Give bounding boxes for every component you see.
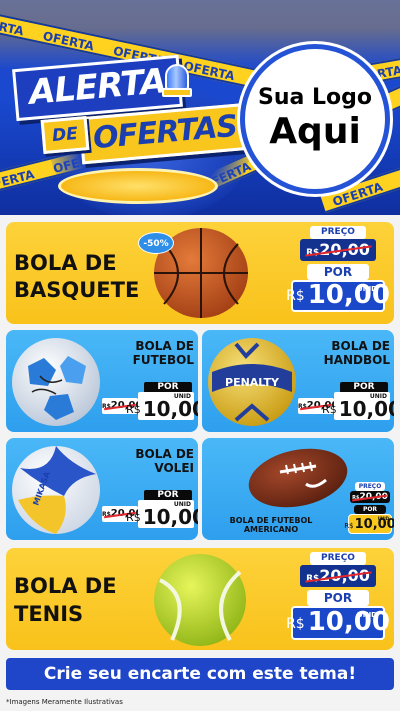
logo-line1: Sua Logo xyxy=(257,85,372,110)
product-card-basquete[interactable]: BOLA DE BASQUETE PREÇO R$20,00 POR R$ 10… xyxy=(6,222,394,324)
por-label: POR xyxy=(307,264,369,280)
tennis-ball-icon xyxy=(154,554,246,646)
volleyball-icon: MIKASA xyxy=(12,446,100,534)
product-name: BOLA DE TENIS xyxy=(14,574,117,626)
price-block: PREÇO R$20,00 POR R$ 10,00 UNID xyxy=(286,552,390,640)
product-card-futebol[interactable]: BOLA DE FUTEBOL POR R$20,00 R$10,00UNID xyxy=(6,330,198,432)
por-label: POR xyxy=(354,505,386,514)
product-card-americano[interactable]: BOLA DE FUTEBOL AMERICANO PREÇO R$20,00 … xyxy=(202,438,394,540)
new-price: R$ 10,00 UNID xyxy=(344,514,394,534)
price-label: PREÇO xyxy=(310,226,366,239)
product-name: BOLA DE FUTEBOL xyxy=(132,339,194,367)
old-price: R$20,00 xyxy=(300,565,376,587)
ball-brand: PENALTY xyxy=(225,376,280,389)
product-card-volei[interactable]: MIKASA BOLA DE VOLEI POR R$20,00 R$10,00… xyxy=(6,438,198,540)
product-name: BOLA DE BASQUETE xyxy=(14,251,140,302)
new-price: R$ 10,00 UNID xyxy=(286,606,390,640)
logo-line2: Aqui xyxy=(269,111,361,152)
price-label: PREÇO xyxy=(310,552,366,565)
new-price: R$10,00UNID xyxy=(322,392,394,421)
new-price: R$ 10,00 UNID xyxy=(286,280,390,312)
soccer-ball-icon xyxy=(12,338,100,426)
product-card-handbol[interactable]: PENALTY BOLA DE HANDBOL POR R$20,00 R$10… xyxy=(202,330,394,432)
logo-placeholder[interactable]: Sua Logo Aqui xyxy=(240,44,390,194)
title-de: DE xyxy=(40,116,90,154)
flyer-page: OFERTAOFERTAOFERTAOFERTA OFERTAOFERTAOFE… xyxy=(0,0,400,711)
american-football-icon xyxy=(248,448,348,508)
por-label: POR xyxy=(307,590,369,606)
title-base-disc xyxy=(58,168,218,204)
product-name: BOLA DE VOLEI xyxy=(135,447,194,475)
old-price: R$20,00 xyxy=(300,239,376,261)
handball-icon: PENALTY xyxy=(208,338,296,426)
price-label: PREÇO xyxy=(355,482,385,491)
product-name: BOLA DE FUTEBOL AMERICANO xyxy=(229,516,313,535)
new-price: R$10,00UNID xyxy=(126,392,198,421)
price-block: PREÇO R$20,00 POR R$ 10,00 UNID xyxy=(286,226,390,312)
new-price: R$10,00UNID xyxy=(126,500,198,529)
footnote: *Imagens Meramente Ilustrativas xyxy=(6,698,123,706)
siren-icon xyxy=(162,58,192,98)
header-banner: OFERTAOFERTAOFERTAOFERTA OFERTAOFERTAOFE… xyxy=(0,0,400,215)
old-price: R$20,00 xyxy=(350,491,390,503)
product-name: BOLA DE HANDBOL xyxy=(323,339,390,367)
discount-badge: -50% xyxy=(138,232,174,254)
cta-banner[interactable]: Crie seu encarte com este tema! xyxy=(6,658,394,690)
product-card-tenis[interactable]: BOLA DE TENIS PREÇO R$20,00 POR R$ 10,00… xyxy=(6,548,394,650)
price-block: PREÇO R$20,00 POR R$ 10,00 UNID xyxy=(344,482,394,534)
